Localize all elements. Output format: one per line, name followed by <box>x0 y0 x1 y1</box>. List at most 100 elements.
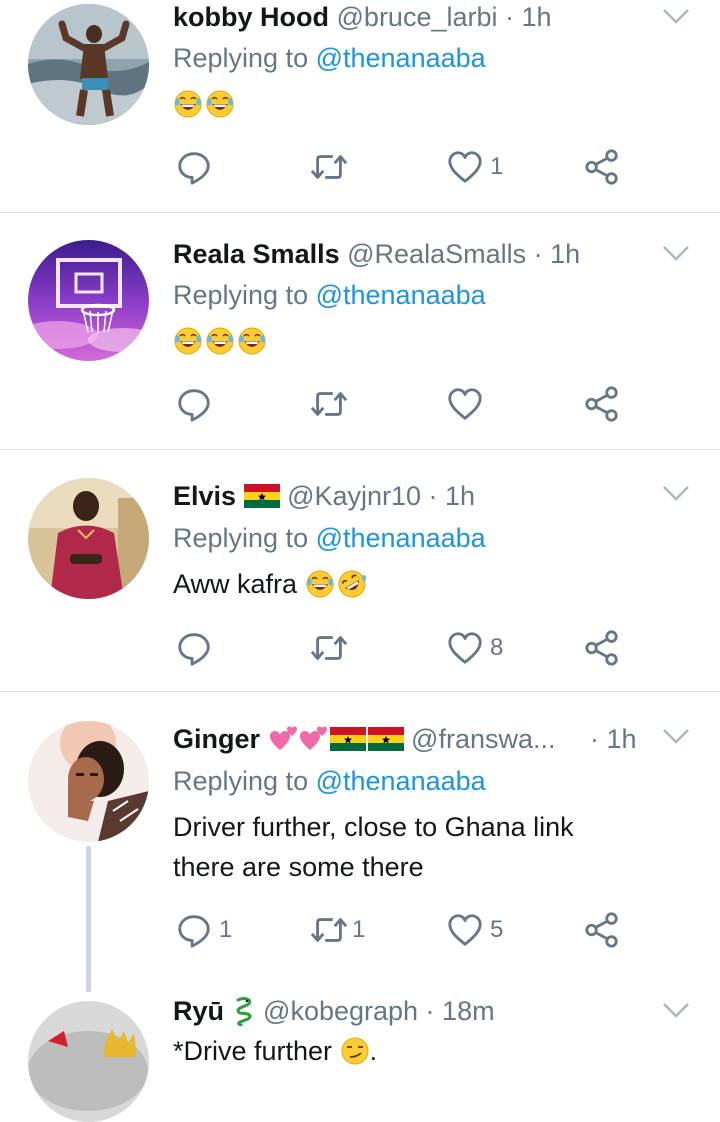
retweet-button[interactable]: 1 <box>308 910 365 950</box>
reply-button[interactable] <box>175 628 219 668</box>
like-count: 8 <box>490 634 504 661</box>
reply-icon <box>175 629 213 667</box>
share-button[interactable] <box>583 384 621 424</box>
retweet-icon <box>308 148 350 186</box>
reply-icon <box>175 911 213 949</box>
hearts-emoji <box>298 724 328 754</box>
mention-link[interactable]: @thenanaaba <box>316 766 486 796</box>
tweet-actions: 8 <box>175 628 635 668</box>
hearts-emoji <box>268 724 298 754</box>
laughing-emoji <box>305 569 335 599</box>
thread-connector <box>86 846 91 992</box>
reply-icon <box>175 385 213 423</box>
retweet-icon <box>308 385 350 423</box>
like-icon <box>446 629 484 667</box>
replying-to: Replying to @thenanaaba <box>173 766 486 796</box>
tweet-3[interactable]: Elvis @Kayjnr10 · 1h Replying to @thenan… <box>0 450 720 691</box>
share-icon <box>583 385 621 423</box>
avatar[interactable] <box>28 1001 149 1122</box>
user-handle[interactable]: @franswa... <box>411 724 555 754</box>
share-icon <box>583 911 621 949</box>
tweet-header: Elvis @Kayjnr10 · 1h <box>173 479 660 513</box>
like-icon <box>446 385 484 423</box>
retweet-icon <box>308 629 350 667</box>
tweet-actions: 1 1 5 <box>175 910 635 950</box>
tweet-text: Driver further, close to Ghana link ther… <box>173 812 574 882</box>
tweet-1[interactable]: kobby Hood @bruce_larbi · 1h Replying to… <box>0 0 720 212</box>
user-handle-time[interactable]: @kobegraph · 18m <box>263 996 495 1026</box>
tweet-actions <box>175 384 635 424</box>
mention-link[interactable]: @thenanaaba <box>316 523 486 553</box>
user-handle-time[interactable]: @bruce_larbi · 1h <box>337 2 552 32</box>
tweet-header: kobby Hood @bruce_larbi · 1h <box>173 0 660 34</box>
tweet-header: Reala Smalls @RealaSmalls · 1h <box>173 237 660 271</box>
tweet-5[interactable]: Ryū @kobegraph · 18m *Drive further . <box>0 994 720 1122</box>
user-name[interactable]: Ginger <box>173 724 260 754</box>
share-icon <box>583 629 621 667</box>
reply-button[interactable]: 1 <box>175 910 232 950</box>
user-name[interactable]: kobby Hood <box>173 2 329 32</box>
avatar[interactable] <box>28 478 149 599</box>
reply-icon <box>175 148 213 186</box>
like-count: 1 <box>490 153 504 180</box>
user-name[interactable]: Ryū <box>173 996 224 1026</box>
share-button[interactable] <box>583 147 621 187</box>
like-button[interactable]: 8 <box>446 628 503 668</box>
laughing-emoji <box>237 326 267 356</box>
tweet-text: Aww kafra <box>173 564 693 604</box>
ghana-flag-icon <box>368 727 404 751</box>
replying-to: Replying to @thenanaaba <box>173 523 486 553</box>
caret-down-icon[interactable] <box>662 483 690 503</box>
smirk-emoji <box>340 1036 370 1066</box>
user-name[interactable]: Elvis <box>173 481 236 511</box>
caret-down-icon[interactable] <box>662 726 690 746</box>
ghana-flag-icon <box>330 727 366 751</box>
like-icon <box>446 911 484 949</box>
tweet-actions: 1 <box>175 147 635 187</box>
retweet-button[interactable] <box>308 628 356 668</box>
like-button[interactable]: 5 <box>446 910 503 950</box>
laughing-emoji <box>205 326 235 356</box>
reply-button[interactable] <box>175 384 219 424</box>
tweet-header: Ryū @kobegraph · 18m <box>173 994 660 1028</box>
replying-to: Replying to @thenanaaba <box>173 43 486 73</box>
laughing-emoji <box>205 89 235 119</box>
tweet-2[interactable]: Reala Smalls @RealaSmalls · 1h Replying … <box>0 213 720 449</box>
reply-count: 1 <box>219 916 233 943</box>
mention-link[interactable]: @thenanaaba <box>316 43 486 73</box>
like-icon <box>446 148 484 186</box>
like-button[interactable]: 1 <box>446 147 503 187</box>
retweet-button[interactable] <box>308 384 356 424</box>
retweet-count: 1 <box>352 916 366 943</box>
avatar[interactable] <box>28 4 149 125</box>
tweet-4[interactable]: Ginger @franswa... · 1h Replying to @the… <box>0 692 720 1122</box>
tweet-text <box>173 84 693 124</box>
like-button[interactable] <box>446 384 490 424</box>
retweet-button[interactable] <box>308 147 356 187</box>
tweet-header: Ginger @franswa... <box>173 722 610 756</box>
laughing-emoji <box>173 326 203 356</box>
tweet-text: *Drive further . <box>173 1036 378 1066</box>
caret-down-icon[interactable] <box>662 6 690 26</box>
share-button[interactable] <box>583 628 621 668</box>
like-count: 5 <box>490 916 504 943</box>
avatar[interactable] <box>28 721 149 842</box>
caret-down-icon[interactable] <box>662 1000 690 1020</box>
share-button[interactable] <box>583 910 621 950</box>
laughing-emoji <box>173 89 203 119</box>
avatar[interactable] <box>28 240 149 361</box>
tweet-text <box>173 321 693 361</box>
reply-button[interactable] <box>175 147 219 187</box>
caret-down-icon[interactable] <box>662 243 690 263</box>
ghana-flag-icon <box>244 484 280 508</box>
tweet-time: · 1h <box>590 724 637 754</box>
share-icon <box>583 148 621 186</box>
replying-to: Replying to @thenanaaba <box>173 280 486 310</box>
retweet-icon <box>308 911 350 949</box>
user-name[interactable]: Reala Smalls <box>173 239 340 269</box>
user-handle-time[interactable]: @Kayjnr10 · 1h <box>287 481 475 511</box>
rofl-emoji <box>337 569 367 599</box>
user-handle-time[interactable]: @RealaSmalls · 1h <box>347 239 580 269</box>
dragon-emoji <box>232 996 256 1026</box>
mention-link[interactable]: @thenanaaba <box>316 280 486 310</box>
